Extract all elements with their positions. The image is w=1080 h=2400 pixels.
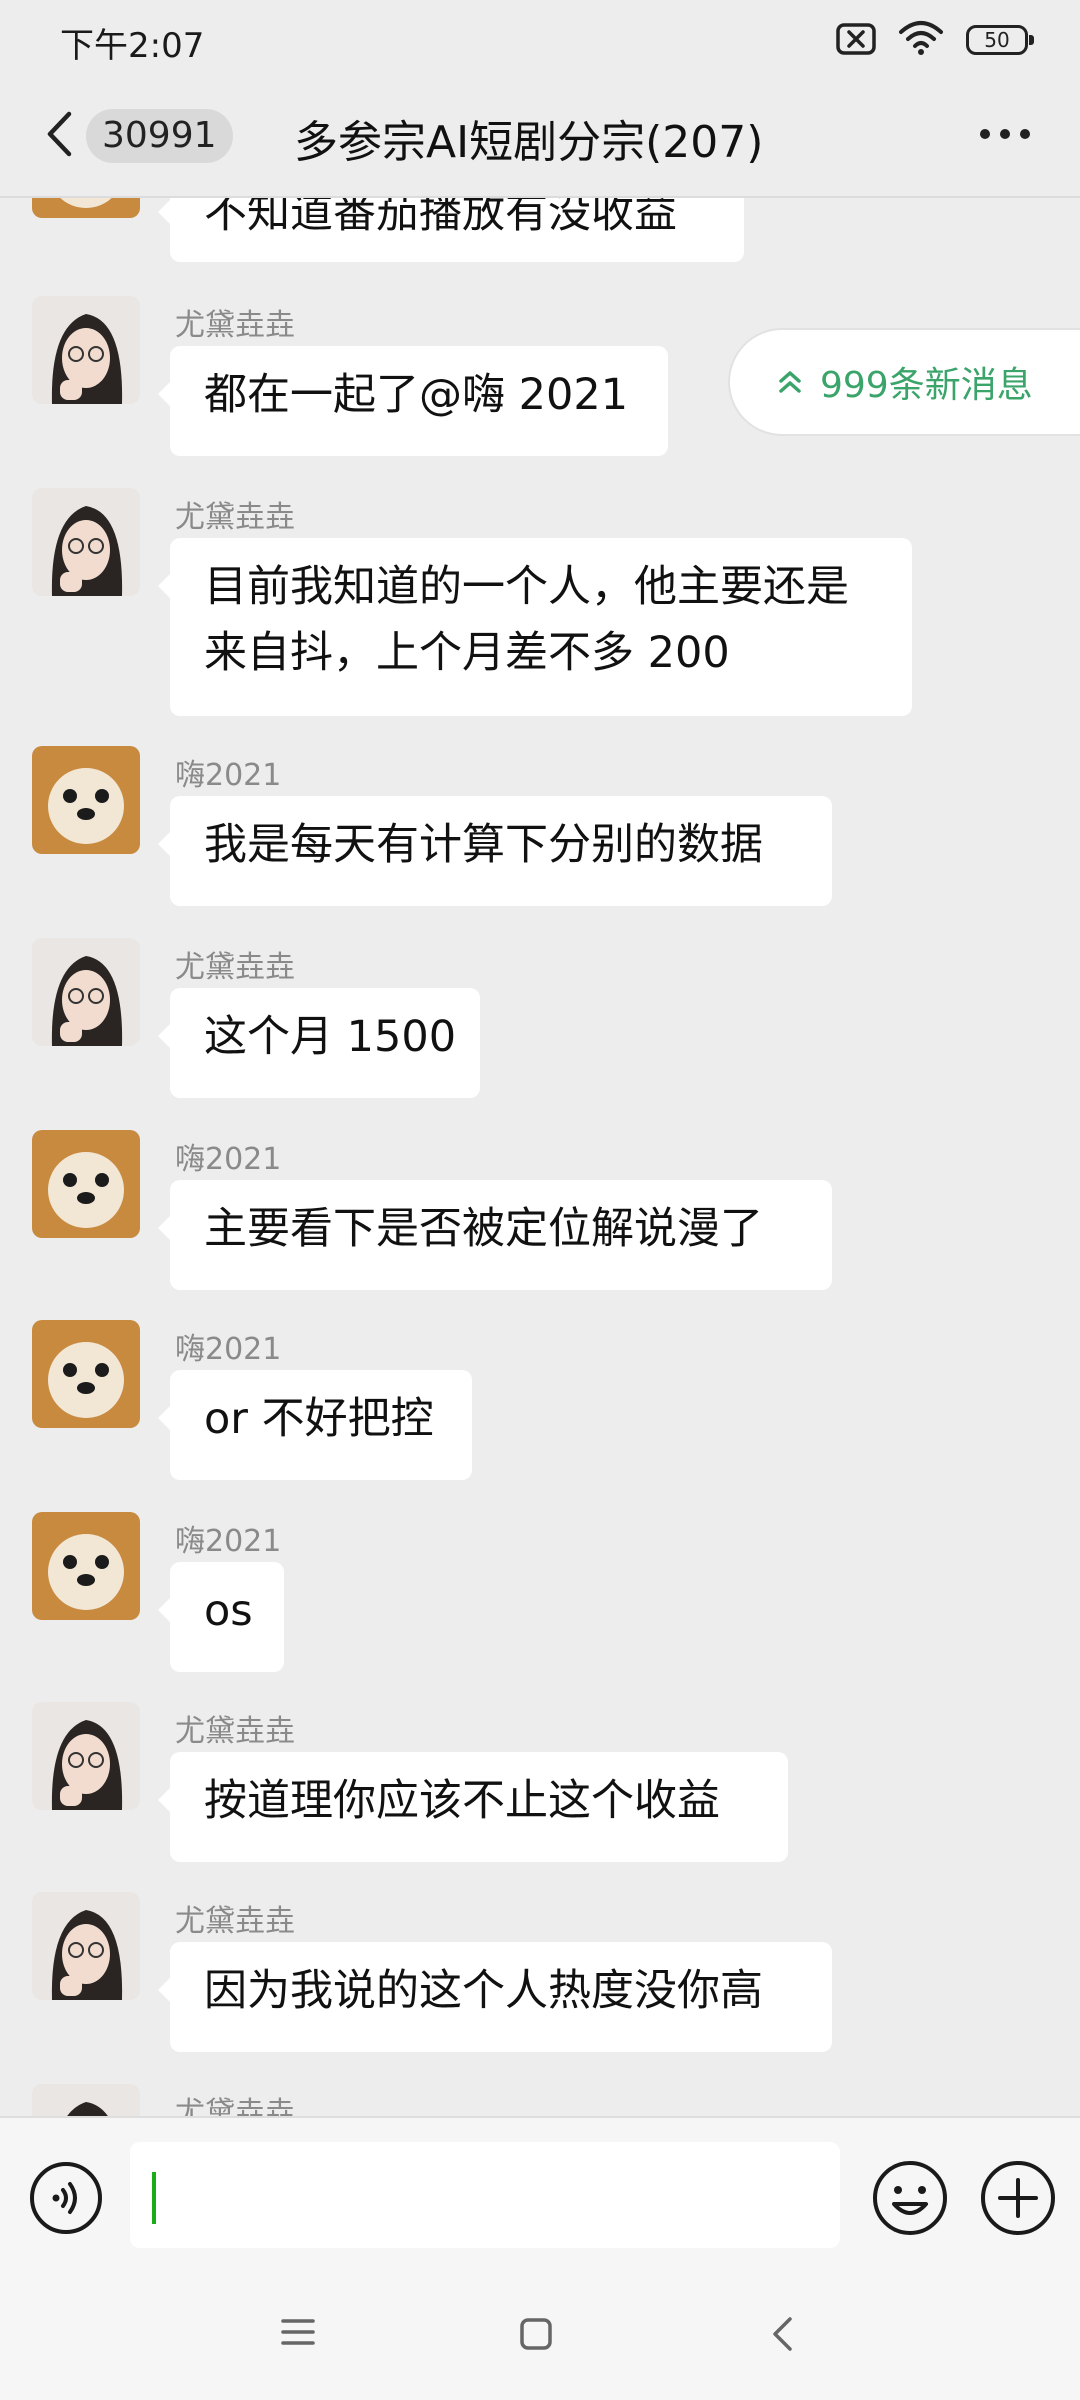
battery-icon: 50 [966, 25, 1034, 55]
girl-avatar-icon [32, 296, 140, 404]
avatar-girl[interactable] [32, 296, 140, 404]
more-functions-button[interactable] [978, 2158, 1058, 2238]
emoji-icon [873, 2161, 947, 2235]
status-time: 下午2:07 [60, 26, 205, 66]
new-messages-label: 999条新消息 [820, 365, 1033, 406]
avatar-dog[interactable] [32, 1512, 140, 1620]
message-sender: 尤黛垚垚 [175, 1904, 295, 1939]
girl-avatar-icon [32, 2084, 140, 2116]
voice-icon [30, 2162, 102, 2234]
wifi-icon [898, 20, 944, 60]
message-sender: 嗨2021 [175, 1142, 282, 1177]
nav-home-button[interactable] [518, 2316, 554, 2356]
avatar-girl[interactable] [32, 1702, 140, 1810]
message-sender: 尤黛垚垚 [175, 308, 295, 343]
message-sender: 尤黛垚垚 [175, 1714, 295, 1749]
message-sender: 尤黛垚垚 [175, 2096, 295, 2116]
avatar-girl[interactable] [32, 938, 140, 1046]
dog-avatar-icon [32, 1512, 140, 1620]
message-bubble[interactable]: or 不好把控 [158, 1370, 472, 1480]
chat-input-bar [0, 2116, 1080, 2278]
unread-count-badge[interactable]: 30991 [86, 109, 233, 163]
chevron-left-icon [47, 111, 72, 157]
dog-avatar-icon [32, 1320, 140, 1428]
sim-off-icon [836, 21, 876, 59]
girl-avatar-icon [32, 1892, 140, 2000]
voice-button[interactable] [28, 2160, 104, 2236]
more-horizontal-icon [980, 129, 1030, 139]
message-bubble[interactable]: 目前我知道的一个人，他主要还是 来自抖，上个月差不多 200 [158, 538, 912, 716]
chat-header: 30991 多参宗AI短剧分宗(207) [0, 78, 1080, 196]
new-messages-pill[interactable]: 999条新消息 [730, 330, 1080, 434]
back-button[interactable] [34, 104, 84, 164]
dog-avatar-icon [32, 198, 140, 218]
nav-back-button[interactable] [768, 2314, 796, 2358]
message-bubble[interactable]: 我是每天有计算下分别的数据 [158, 796, 832, 906]
message-bubble[interactable]: 不知道番茄播放有没收益 [158, 198, 744, 262]
avatar-girl[interactable] [32, 488, 140, 596]
nav-back-icon [773, 2317, 792, 2351]
plus-icon [981, 2161, 1055, 2235]
message-sender: 嗨2021 [175, 1524, 282, 1559]
chat-title[interactable]: 多参宗AI短剧分宗(207) [294, 106, 763, 170]
avatar-girl[interactable] [32, 2084, 140, 2116]
nav-menu-button[interactable] [280, 2316, 316, 2352]
message-input[interactable] [130, 2142, 840, 2248]
avatar-dog[interactable] [32, 1320, 140, 1428]
emoji-button[interactable] [870, 2158, 950, 2238]
girl-avatar-icon [32, 938, 140, 1046]
chat-message-list[interactable]: 不知道番茄播放有没收益 尤黛垚垚 都在一起了@嗨 2021 尤黛垚垚 目前我知道… [0, 198, 1080, 2116]
text-cursor [152, 2172, 156, 2224]
home-square-icon [520, 2318, 552, 2350]
message-sender: 尤黛垚垚 [175, 950, 295, 985]
dog-avatar-icon [32, 746, 140, 854]
message-sender: 尤黛垚垚 [175, 500, 295, 535]
message-bubble[interactable]: 这个月 1500 [158, 988, 480, 1098]
status-bar: 下午2:07 50 [0, 0, 1080, 78]
girl-avatar-icon [32, 1702, 140, 1810]
message-sender: 嗨2021 [175, 758, 282, 793]
message-bubble[interactable]: 按道理你应该不止这个收益 [158, 1752, 788, 1862]
avatar-dog[interactable] [32, 746, 140, 854]
avatar-dog[interactable] [32, 198, 140, 218]
girl-avatar-icon [32, 488, 140, 596]
system-nav-bar [0, 2276, 1080, 2400]
message-bubble[interactable]: 主要看下是否被定位解说漫了 [158, 1180, 832, 1290]
message-bubble[interactable]: 因为我说的这个人热度没你高 [158, 1942, 832, 2052]
message-bubble[interactable]: os [158, 1562, 284, 1672]
dog-avatar-icon [32, 1130, 140, 1238]
status-icons: 50 [836, 18, 1034, 62]
avatar-dog[interactable] [32, 1130, 140, 1238]
avatar-girl[interactable] [32, 1892, 140, 2000]
menu-icon [281, 2319, 315, 2345]
message-sender: 嗨2021 [175, 1332, 282, 1367]
double-chevron-up-icon [779, 371, 801, 393]
more-options-button[interactable] [970, 114, 1040, 154]
message-bubble[interactable]: 都在一起了@嗨 2021 [158, 346, 668, 456]
